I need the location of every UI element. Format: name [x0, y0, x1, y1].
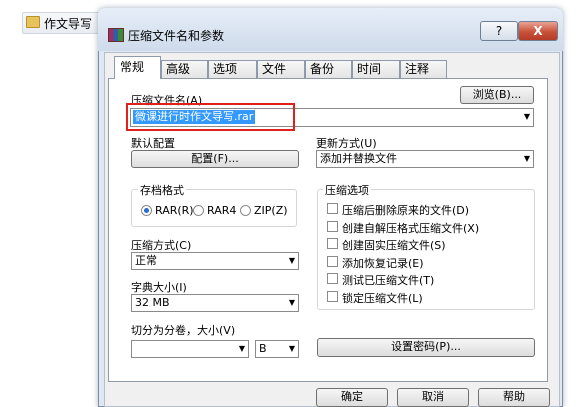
ok-button[interactable]: 确定 [316, 388, 388, 407]
update-mode-select[interactable]: 添加并替换文件 ▼ [316, 150, 534, 168]
tab-backup[interactable]: 备份 [305, 60, 352, 78]
sfx-label: 创建自解压格式压缩文件(X) [342, 222, 480, 235]
solid-checkbox[interactable] [327, 238, 338, 249]
format-rar4-radio[interactable] [193, 205, 204, 216]
set-password-button[interactable]: 设置密码(P)... [317, 338, 535, 357]
chevron-down-icon[interactable]: ▼ [289, 253, 295, 269]
dialog-title: 压缩文件名和参数 [128, 29, 225, 43]
close-icon[interactable]: X [518, 21, 558, 41]
compression-method-label: 压缩方式(C) [131, 239, 192, 252]
delete-after-checkbox[interactable] [327, 203, 338, 214]
help-button[interactable]: 帮助 [478, 388, 550, 407]
lock-archive-label: 锁定压缩文件(L) [342, 292, 423, 305]
browse-button[interactable]: 浏览(B)... [460, 86, 534, 104]
folder-icon [26, 16, 40, 28]
format-rar4-label: RAR4 [207, 204, 237, 217]
solid-label: 创建固实压缩文件(S) [342, 239, 446, 252]
format-zip-label: ZIP(Z) [254, 204, 288, 217]
test-archive-label: 测试已压缩文件(T) [342, 274, 435, 287]
chevron-down-icon[interactable]: ▼ [239, 341, 245, 357]
tab-time[interactable]: 时间 [352, 60, 400, 78]
tab-options[interactable]: 选项 [208, 60, 257, 78]
tab-advanced[interactable]: 高级 [161, 60, 208, 78]
archive-options-label: 压缩选项 [323, 182, 371, 198]
format-rar-radio[interactable] [141, 205, 152, 216]
cancel-button[interactable]: 取消 [397, 388, 469, 407]
split-size-input[interactable]: ▼ [131, 340, 249, 358]
compression-method-value: 正常 [135, 254, 157, 267]
tab-files[interactable]: 文件 [257, 60, 305, 78]
default-profile-label: 默认配置 [131, 137, 175, 150]
tab-comment[interactable]: 注释 [400, 60, 447, 78]
dictionary-size-select[interactable]: 32 MB ▼ [131, 294, 299, 312]
chevron-down-icon[interactable]: ▼ [289, 295, 295, 311]
help-icon[interactable]: ? [480, 21, 518, 41]
sfx-checkbox[interactable] [327, 221, 338, 232]
split-volumes-label: 切分为分卷，大小(V) [131, 324, 236, 337]
winrar-app-icon [108, 28, 124, 42]
tab-general[interactable]: 常规 [114, 56, 161, 79]
chevron-down-icon[interactable]: ▼ [289, 341, 295, 357]
split-unit-value: B [259, 342, 267, 355]
format-zip-radio[interactable] [240, 205, 251, 216]
update-mode-label: 更新方式(U) [316, 137, 377, 150]
recovery-record-label: 添加恢复记录(E) [342, 257, 424, 270]
format-rar-label: RAR(R) [155, 204, 194, 217]
lock-archive-checkbox[interactable] [327, 291, 338, 302]
profiles-button[interactable]: 配置(F)... [131, 150, 299, 168]
highlight-annotation-box [126, 103, 295, 131]
background-window-title: 作文导写 [44, 17, 93, 31]
split-unit-select[interactable]: B ▼ [255, 340, 299, 358]
dictionary-size-value: 32 MB [135, 296, 170, 309]
delete-after-label: 压缩后删除原来的文件(D) [342, 204, 470, 217]
test-archive-checkbox[interactable] [327, 273, 338, 284]
update-mode-value: 添加并替换文件 [320, 152, 397, 165]
chevron-down-icon[interactable]: ▼ [524, 151, 530, 167]
compression-method-select[interactable]: 正常 ▼ [131, 252, 299, 270]
archive-format-label: 存档格式 [138, 182, 186, 198]
recovery-record-checkbox[interactable] [327, 256, 338, 267]
dictionary-size-label: 字典大小(I) [131, 281, 187, 294]
chevron-down-icon[interactable]: ▼ [524, 109, 530, 125]
